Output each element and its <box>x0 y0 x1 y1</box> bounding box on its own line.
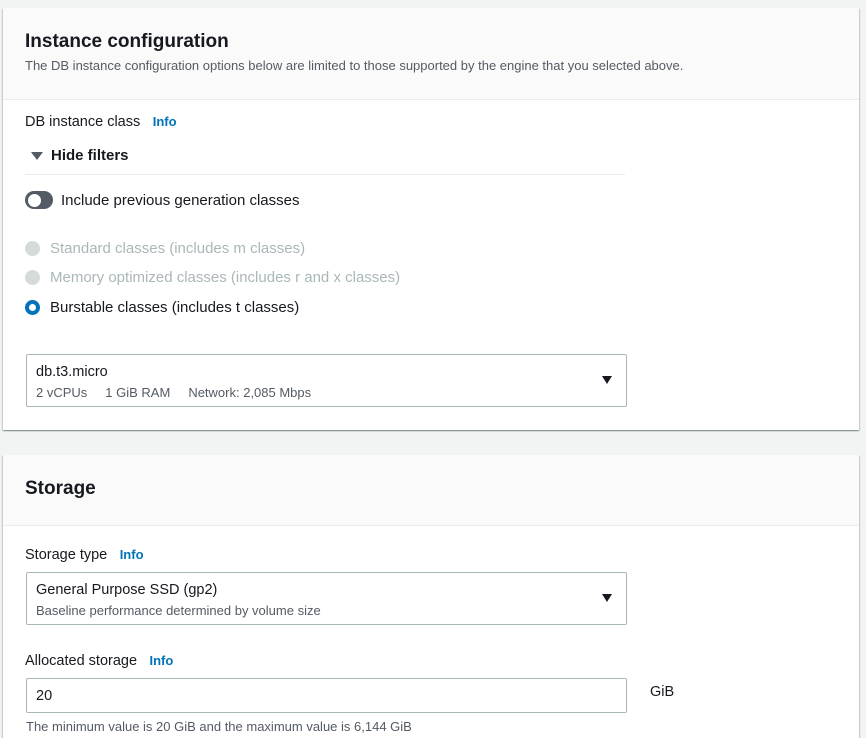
db-instance-class-info-link[interactable]: Info <box>153 114 177 129</box>
selected-instance-specs: 2 vCPUs 1 GiB RAM Network: 2,085 Mbps <box>36 385 617 401</box>
storage-type-label: Storage type <box>25 547 108 563</box>
dropdown-arrow-icon <box>602 594 612 602</box>
allocated-storage-hint: The minimum value is 20 GiB and the maxi… <box>26 719 412 734</box>
db-instance-class-label-row: DB instance class Info <box>25 112 177 132</box>
radio-standard-classes[interactable]: Standard classes (includes m classes) <box>25 237 305 259</box>
selected-instance-name: db.t3.micro <box>36 364 108 380</box>
radio-burstable-classes[interactable]: Burstable classes (includes t classes) <box>25 296 299 318</box>
selected-storage-type: General Purpose SSD (gp2) <box>36 582 218 598</box>
storage-type-label-row: Storage type Info <box>25 545 144 565</box>
radio-label: Burstable classes (includes t classes) <box>50 298 300 316</box>
instance-vcpus: 2 vCPUs <box>36 385 88 400</box>
db-instance-class-label: DB instance class <box>25 114 141 130</box>
radio-button <box>25 240 40 256</box>
include-previous-generation-row: Include previous generation classes <box>25 191 299 209</box>
db-instance-class-select[interactable]: db.t3.micro 2 vCPUs 1 GiB RAM Network: 2,0… <box>26 354 627 407</box>
storage-title: Storage <box>25 478 96 499</box>
radio-button <box>25 269 40 285</box>
toggle-knob <box>27 193 41 207</box>
radio-label: Memory optimized classes (includes r and… <box>50 268 401 286</box>
instance-network: Network: 2,085 Mbps <box>188 385 312 400</box>
storage-header: Storage <box>3 455 859 526</box>
include-previous-generation-toggle[interactable] <box>25 191 53 209</box>
allocated-storage-input[interactable] <box>26 678 627 713</box>
radio-button-selected <box>25 299 40 315</box>
hide-filters-toggle[interactable]: Hide filters <box>25 147 129 164</box>
hide-filters-label: Hide filters <box>51 147 129 164</box>
filters-divider <box>25 174 625 175</box>
allocated-storage-info-link[interactable]: Info <box>150 653 174 668</box>
allocated-storage-unit: GiB <box>650 684 675 700</box>
storage-type-info-link[interactable]: Info <box>120 547 144 562</box>
allocated-storage-label: Allocated storage <box>25 653 138 669</box>
dropdown-arrow-icon <box>602 376 612 384</box>
caret-down-icon <box>31 151 43 160</box>
radio-label: Standard classes (includes m classes) <box>50 239 306 257</box>
instance-configuration-description: The DB instance configuration options be… <box>25 58 684 73</box>
allocated-storage-label-row: Allocated storage Info <box>25 651 173 671</box>
instance-configuration-header: Instance configuration The DB instance c… <box>3 8 859 100</box>
instance-ram: 1 GiB RAM <box>105 385 171 400</box>
storage-type-select[interactable]: General Purpose SSD (gp2) Baseline perfo… <box>26 572 627 625</box>
include-previous-generation-label: Include previous generation classes <box>61 191 300 209</box>
instance-configuration-title: Instance configuration <box>25 31 229 52</box>
instance-configuration-panel: Instance configuration The DB instance c… <box>3 8 859 430</box>
storage-panel: Storage Storage type Info General Purpos… <box>3 455 859 738</box>
radio-memory-optimized-classes[interactable]: Memory optimized classes (includes r and… <box>25 266 400 288</box>
selected-storage-description: Baseline performance determined by volum… <box>36 603 321 618</box>
